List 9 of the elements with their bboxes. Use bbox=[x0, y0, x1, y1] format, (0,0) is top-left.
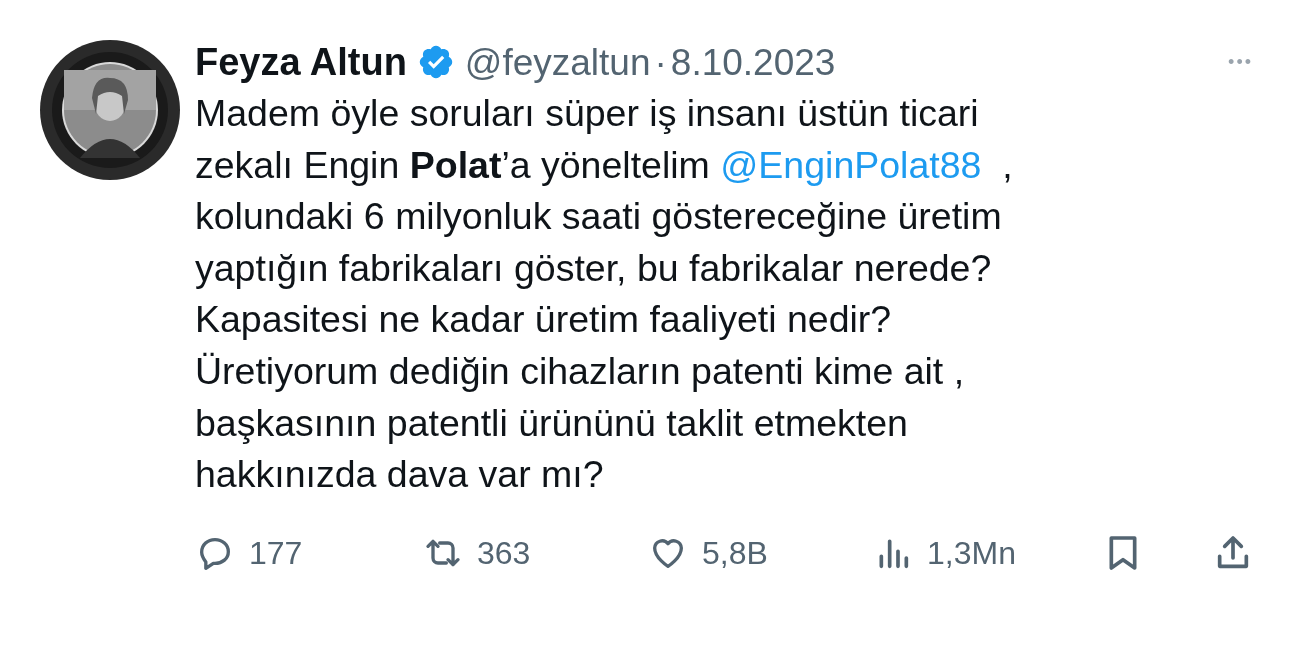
post-text: Madem öyle soruları süper iş insanı üstün ticari zekalı Engin Polat’a yöneltelim @EnginPolat88 , kolundaki 6 milyonluk saati göstereceğine üretim yaptığın fabrikaları göster, bu fabrikalar nerede? Kapasitesi ne kadar üretim faaliyeti nedir? Üretiyorum dediğin cihazların patenti kime ait , başkasının patentli ürününü taklit etmekten hakkınızda dava var mı? bbox=[195, 91, 1013, 498]
separator: · bbox=[654, 43, 667, 81]
count: 363 bbox=[477, 533, 531, 573]
author-name[interactable]: Feyza Altun bbox=[195, 43, 407, 81]
count: 1,3Mn bbox=[927, 533, 1016, 573]
count: 177 bbox=[249, 533, 303, 573]
post-date[interactable]: 8.10.2023 bbox=[670, 43, 836, 81]
author-handle[interactable]: @feyzaltun bbox=[464, 43, 651, 81]
count: 5,8B bbox=[702, 533, 768, 573]
